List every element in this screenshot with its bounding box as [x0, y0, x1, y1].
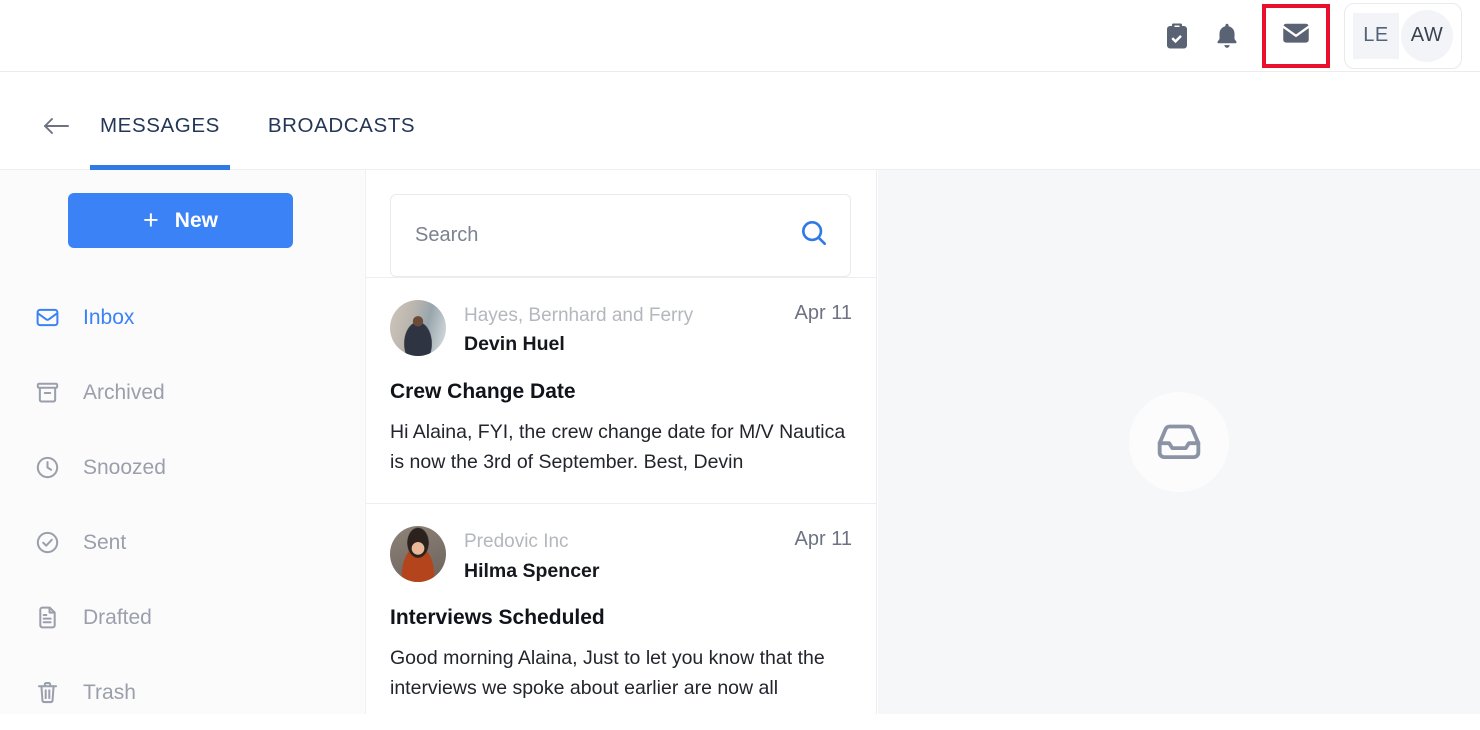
message-subject: Crew Change Date [390, 379, 576, 403]
inbox-icon [34, 304, 61, 331]
plus-icon: + [143, 205, 159, 235]
sidebar-item-archived[interactable]: Archived [0, 355, 366, 430]
message-list-item[interactable]: Hayes, Bernhard and Ferry Devin Huel Apr… [366, 277, 876, 504]
message-header-row: Hayes, Bernhard and Ferry Devin Huel Apr… [390, 300, 852, 360]
archive-icon [34, 379, 61, 406]
message-company: Hayes, Bernhard and Ferry [464, 305, 694, 326]
search-box[interactable] [390, 194, 851, 277]
new-message-label: New [174, 208, 218, 232]
inbox-tray-icon [1152, 413, 1206, 472]
messages-mail-button-highlighted[interactable] [1262, 3, 1330, 68]
message-list-item[interactable]: Predovic Inc Hilma Spencer Apr 11 Interv… [366, 503, 876, 714]
message-sender-name: Devin Huel [464, 333, 565, 356]
sidebar-item-inbox-label: Inbox [83, 305, 135, 329]
sidebar-item-snoozed[interactable]: Snoozed [0, 430, 366, 505]
search-icon[interactable] [798, 217, 830, 254]
message-sender-name: Hilma Spencer [464, 559, 600, 582]
sidebar-item-inbox[interactable]: Inbox [0, 280, 366, 355]
sidebar-item-snoozed-label: Snoozed [83, 455, 166, 479]
avatar-group[interactable]: LE AW [1344, 2, 1462, 69]
sidebar-item-drafted[interactable]: Drafted [0, 580, 366, 655]
avatar [390, 300, 446, 356]
message-subject: Interviews Scheduled [390, 606, 605, 630]
tab-broadcasts[interactable]: BROADCASTS [258, 72, 425, 170]
message-list-panel: Hayes, Bernhard and Ferry Devin Huel Apr… [366, 170, 877, 714]
message-preview: Hi Alaina, FYI, the crew change date for… [390, 420, 846, 473]
sidebar-item-drafted-label: Drafted [83, 605, 152, 629]
message-detail-empty-pane [878, 170, 1480, 714]
message-preview: Good morning Alaina, Just to let you kno… [390, 647, 825, 699]
mail-icon [1279, 16, 1313, 55]
back-arrow-icon[interactable] [34, 104, 78, 148]
sidebar-nav: Inbox Archived Snoozed Sent Drafted Tras… [0, 280, 366, 730]
new-message-button[interactable]: + New [68, 193, 293, 248]
message-header-row: Predovic Inc Hilma Spencer Apr 11 [390, 526, 852, 586]
top-header-bar: LE AW [0, 0, 1480, 72]
check-circle-icon [34, 529, 61, 556]
mail-sidebar: + New Inbox Archived Snoozed Sent Drafte… [0, 170, 366, 714]
message-date: Apr 11 [794, 302, 852, 324]
trash-icon [34, 679, 61, 706]
message-date: Apr 11 [794, 528, 852, 551]
sidebar-item-archived-label: Archived [83, 380, 165, 404]
clock-icon [34, 454, 61, 481]
clipboard-check-icon[interactable] [1152, 11, 1202, 61]
message-sender-block: Hayes, Bernhard and Ferry Devin Huel [464, 300, 795, 360]
avatar-initials-circle[interactable]: AW [1401, 9, 1453, 62]
tab-messages-label: MESSAGES [100, 114, 220, 137]
document-icon [34, 604, 61, 631]
tab-broadcasts-label: BROADCASTS [267, 114, 416, 137]
tab-list: MESSAGES BROADCASTS [90, 72, 453, 170]
message-company: Predovic Inc [464, 531, 569, 553]
search-container [366, 170, 876, 277]
tab-bar: MESSAGES BROADCASTS [0, 72, 1480, 170]
avatar-initials-square[interactable]: LE [1353, 12, 1399, 59]
header-icon-group: LE AW [1152, 2, 1480, 69]
avatar [390, 526, 446, 583]
bell-icon[interactable] [1202, 11, 1252, 61]
empty-state-badge [1129, 392, 1229, 492]
sidebar-item-trash-label: Trash [83, 680, 136, 704]
sidebar-item-sent[interactable]: Sent [0, 505, 366, 580]
message-sender-block: Predovic Inc Hilma Spencer [464, 526, 795, 586]
sidebar-item-trash[interactable]: Trash [0, 655, 366, 730]
tab-messages[interactable]: MESSAGES [90, 72, 230, 170]
search-input[interactable] [415, 224, 798, 247]
sidebar-item-sent-label: Sent [83, 530, 127, 554]
